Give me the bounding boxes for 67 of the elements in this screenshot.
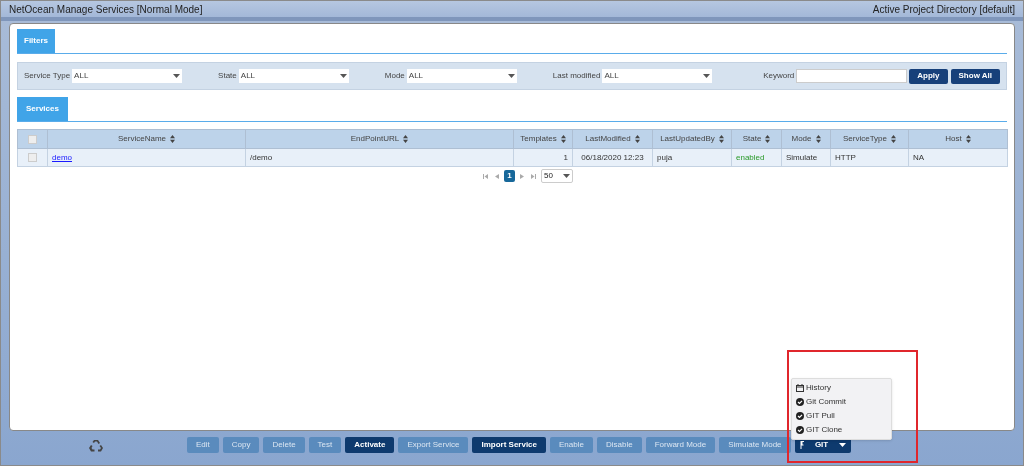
table-cell: enabled [736,152,765,162]
column-header[interactable]: ServiceName [47,129,246,149]
table-cell: 1 [563,152,568,162]
table-cell: puja [657,152,673,162]
column-header[interactable]: LastModified [572,129,653,149]
check-circle-icon [796,398,804,406]
next-page-icon[interactable] [520,173,524,179]
toolbar-button[interactable]: Import Service [472,437,546,453]
caret-icon [563,174,570,178]
column-header[interactable]: Mode [781,129,831,149]
filter-dropdown[interactable]: ALL [72,69,183,83]
column-header[interactable]: LastUpdatedBy [652,129,732,149]
check-circle-icon [796,426,804,434]
column-header[interactable]: Templates [513,129,573,149]
git-menu-item[interactable]: History [792,381,891,395]
sort-icon [718,134,724,143]
recycle-icon[interactable] [89,438,103,452]
sort-icon [765,134,771,143]
caret-icon [507,74,515,78]
show-all-button[interactable]: Show All [950,68,1000,84]
column-header[interactable]: EndPointURL [245,129,514,149]
apply-button[interactable]: Apply [909,68,948,84]
sort-icon [891,134,896,143]
sort-icon [403,134,409,143]
filter-dropdown[interactable]: ALL [406,69,517,83]
keyword-field[interactable] [796,69,908,83]
git-menu-item[interactable]: GIT Pull [792,409,891,423]
sort-icon [634,134,640,143]
column-header[interactable]: ServiceType [830,129,909,149]
sort-icon [560,134,566,143]
project-directory: Active Project Directory [default] [872,2,1015,17]
service-link[interactable]: demo [52,152,72,162]
table-cell: NA [913,152,925,162]
window-title: NetOcean Manage Services [Normal Mode] [9,2,203,17]
column-header[interactable]: Host [908,129,1008,149]
caret-icon [838,443,846,447]
table-cell: HTTP [835,152,856,162]
page-button[interactable]: 1 [504,170,515,182]
select-all-checkbox[interactable] [28,134,37,144]
branch-icon [799,441,805,449]
caret-icon [339,74,347,78]
git-menu-item[interactable]: GIT Clone [792,423,891,437]
table-cell: 06/18/2020 12:23 [581,152,644,162]
caret-icon [703,74,711,78]
filter-label: Service Type [24,70,71,82]
caret-icon [173,74,181,78]
filter-dropdown[interactable]: ALL [602,69,713,83]
previous-page-icon[interactable] [495,173,499,179]
sort-icon [170,134,175,143]
filter-dropdown[interactable]: ALL [238,69,349,83]
sort-icon [815,134,821,143]
sort-icon [965,134,971,143]
filter-label: Mode [384,70,405,82]
page-size-dropdown[interactable]: 50 [541,169,573,183]
calendar-icon [796,384,804,392]
toolbar-button[interactable]: Activate [345,437,395,453]
table-cell: /demo [250,152,273,162]
first-page-icon[interactable] [483,173,488,179]
keyword-label: Keyword [763,70,795,82]
git-menu-item[interactable]: Git Commit [792,395,891,409]
last-page-icon[interactable] [531,173,536,179]
filter-label: Last modified [552,70,601,82]
column-header[interactable]: State [731,129,782,149]
check-circle-icon [796,412,804,420]
row-checkbox[interactable] [28,153,37,162]
filter-label: State [218,70,237,82]
table-cell: Simulate [786,152,818,162]
